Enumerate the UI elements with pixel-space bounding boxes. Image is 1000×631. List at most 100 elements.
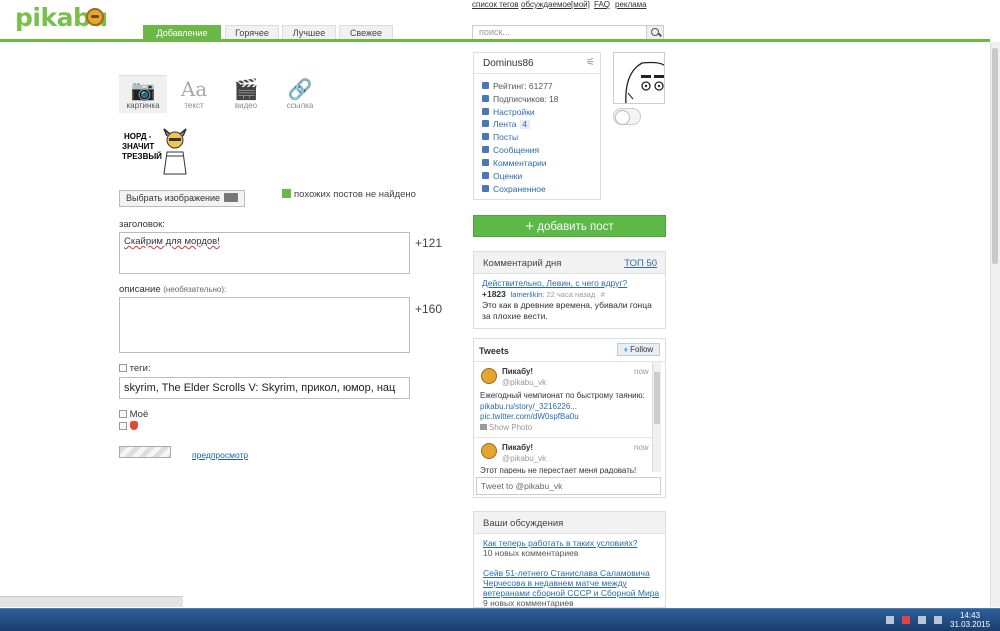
show-photo[interactable]: Show Photo — [480, 423, 532, 432]
user-messages[interactable]: Сообщения — [482, 145, 539, 155]
user-settings[interactable]: Настройки — [482, 107, 535, 117]
tags-checkbox[interactable] — [119, 364, 127, 372]
settings-icon[interactable]: ⚟ — [586, 57, 595, 68]
comment-text-2: за плохие вести. — [482, 311, 548, 321]
follow-button[interactable]: ♦ Follow — [617, 343, 660, 356]
tray-network-icon[interactable] — [902, 616, 910, 624]
tags-input[interactable]: skyrim, The Elder Scrolls V: Skyrim, при… — [119, 377, 410, 399]
discussion-link[interactable]: Сейв 51-летнего Станислава Саламовича — [483, 568, 650, 578]
video-camera-icon: 🎬 — [233, 79, 259, 101]
user-ratings[interactable]: Оценки — [482, 171, 522, 181]
strawberry-checkbox[interactable] — [119, 422, 127, 430]
user-posts[interactable]: Посты — [482, 132, 518, 142]
mail-icon — [482, 146, 489, 153]
tweet-to-input[interactable]: Tweet to @pikabu_vk — [476, 477, 661, 495]
search-input[interactable]: поиск... — [472, 25, 664, 40]
tweet-time[interactable]: now — [634, 367, 649, 376]
description-counter: +160 — [415, 302, 443, 316]
twitter-bird-icon: ♦ — [623, 345, 628, 354]
tweet-handle[interactable]: @pikabu_vk — [502, 454, 546, 463]
post-type-picture[interactable]: 📷 картинка — [119, 75, 167, 113]
page-scrollbar-thumb[interactable] — [992, 48, 998, 264]
comment-post-link[interactable]: Действительно, Левин, с чего вдруг? — [482, 278, 627, 288]
strawberry-icon — [129, 421, 138, 430]
description-textarea[interactable] — [119, 297, 410, 353]
add-post-button[interactable]: + добавить пост — [473, 215, 666, 237]
top-link-ads[interactable]: реклама — [615, 0, 647, 9]
tweet-author[interactable]: Пикабу! — [502, 367, 533, 376]
post-type-link[interactable]: 🔗 ссылка — [276, 75, 324, 113]
divider — [474, 437, 654, 438]
preview-link[interactable]: предпросмотр — [192, 450, 248, 460]
title-textarea[interactable]: Скайрим для мордов! — [119, 232, 410, 274]
tray-signal-icon[interactable] — [918, 616, 926, 624]
comment-text-1: Это как в древние времена, убивали гонца — [482, 300, 652, 310]
gear-icon — [482, 108, 489, 115]
tweet-text: Ежегодный чемпионат по быстрому таянию: — [480, 391, 645, 400]
top-link-tags[interactable]: список тегов — [472, 0, 519, 9]
tray-clock[interactable]: 14:43 31.03.2015 — [950, 611, 990, 629]
header-green-bar — [0, 39, 990, 42]
user-subscribers: Подписчиков: 18 — [482, 94, 559, 104]
plus-icon: + — [525, 218, 535, 235]
tweet-link[interactable]: pikabu.ru/story/_3216226... — [480, 402, 577, 411]
divider — [474, 361, 665, 362]
description-label: описание (необязательно): — [119, 284, 227, 295]
top-link-discussed[interactable]: обсуждаемое — [521, 0, 571, 9]
post-type-text[interactable]: Aa текст — [170, 75, 218, 113]
tray-flag-icon[interactable] — [886, 616, 894, 624]
user-name[interactable]: Dominus86 — [483, 58, 534, 69]
tweets-scrollbar-thumb[interactable] — [654, 372, 660, 424]
user-rating: Рейтинг: 61277 — [482, 81, 553, 91]
top-link-mine[interactable]: [мой] — [571, 0, 590, 9]
tab-hot[interactable]: Горячее — [225, 25, 279, 39]
tweet-handle[interactable]: @pikabu_vk — [502, 378, 546, 387]
tweet-author[interactable]: Пикабу! — [502, 443, 533, 452]
top-link-faq[interactable]: FAQ — [594, 0, 610, 9]
discussion-link[interactable]: Как теперь работать в таких условиях? — [483, 538, 638, 548]
discussions-box: Ваши обсуждения Как теперь работать в та… — [473, 511, 666, 608]
tab-add-post[interactable]: Добавление поста — [143, 25, 221, 52]
tab-fresh[interactable]: Свежее — [339, 25, 393, 39]
user-comments[interactable]: Комментарии — [482, 158, 547, 168]
discussion-link[interactable]: ветеранами сборной СССР и Сборной Мира — [483, 588, 659, 598]
post-type-video[interactable]: 🎬 видео — [222, 75, 270, 113]
site-header: pikabu Добавление поста Горячее Лучшее С… — [0, 0, 990, 52]
avatar[interactable] — [613, 52, 665, 104]
top50-link[interactable]: ТОП 50 — [624, 258, 657, 269]
comment-author[interactable]: lamerlikin — [511, 290, 543, 299]
tweet-avatar[interactable] — [481, 443, 497, 459]
choose-image-button[interactable]: Выбрать изображение — [119, 190, 246, 207]
tweet-avatar[interactable] — [481, 368, 497, 384]
user-saved[interactable]: Сохраненное — [482, 184, 546, 194]
tweet-pic-link[interactable]: pic.twitter.com/dW0spfBa0u — [480, 412, 579, 421]
avatar-face-icon — [625, 61, 664, 103]
discussion-count: 10 новых комментариев — [483, 548, 579, 558]
user-card: Dominus86 ⚟ Рейтинг: 61277 Подписчиков: … — [473, 52, 601, 200]
tab-best[interactable]: Лучшее — [282, 25, 336, 39]
mine-checkbox[interactable] — [119, 410, 127, 418]
comment-hash-link[interactable]: # — [601, 290, 605, 299]
windows-taskbar — [0, 608, 1000, 631]
feed-icon — [482, 120, 489, 127]
submit-progress-button[interactable] — [119, 446, 171, 458]
night-mode-toggle[interactable] — [613, 108, 641, 125]
comment-score: +1823 — [482, 289, 506, 299]
check-icon — [282, 189, 291, 198]
uploaded-image: НОРД - ЗНАЧИТ ТРЕЗВЫЙ — [120, 124, 192, 178]
discussion-link[interactable]: Черчесова в недавнем матче между — [483, 578, 627, 588]
title-label: заголовок: — [119, 219, 165, 230]
comment-meta: +1823 lamerlikin; 22 часа назад # — [482, 289, 605, 299]
posts-icon — [482, 133, 489, 140]
divider — [474, 73, 600, 74]
tray-volume-icon[interactable] — [934, 616, 942, 624]
rating-icon — [482, 82, 489, 89]
mine-option: Моё — [119, 409, 148, 420]
camera-icon — [224, 193, 239, 202]
tweet-time[interactable]: now — [634, 443, 649, 452]
horizontal-scrollbar[interactable] — [0, 596, 183, 607]
strawberry-option — [119, 421, 138, 432]
arrow-up-icon — [482, 172, 489, 179]
search-icon[interactable] — [646, 26, 663, 39]
user-feed[interactable]: Лента 4 — [482, 119, 530, 129]
